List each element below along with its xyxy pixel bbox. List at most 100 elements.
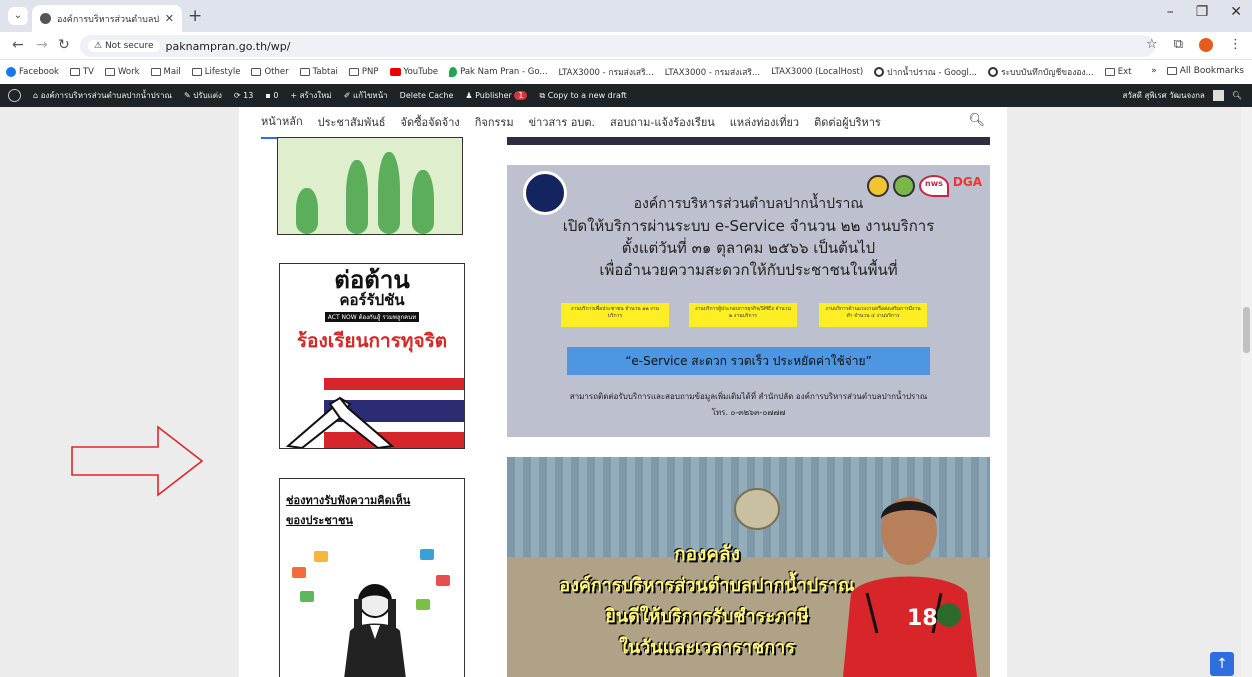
bookmark-label: Lifestyle bbox=[204, 67, 241, 77]
not-secure-chip[interactable]: ⚠ Not secure bbox=[88, 40, 160, 52]
more-bookmarks-icon[interactable]: » bbox=[1151, 66, 1157, 76]
bookmark-google[interactable]: ปากน้ำปราณ - Googl... bbox=[874, 65, 977, 79]
bookmark-ltax-2[interactable]: LTAX3000 - กรมส่งเสริ... bbox=[665, 65, 760, 79]
restore-icon[interactable]: ❐ bbox=[1196, 4, 1209, 20]
menu-item-complaints[interactable]: สอบถาม-แจ้งร้องเรียน bbox=[610, 113, 715, 131]
wp-edit-label: แก้ไขหน้า bbox=[352, 91, 388, 100]
wp-site-link[interactable]: ⌂ องค์การบริหารส่วนตำบลปากน้ำปราณ bbox=[33, 89, 172, 102]
tab-search-chevron-icon[interactable]: ⌄ bbox=[8, 7, 28, 25]
eservice-banner[interactable]: nws DGA องค์การบริหารส่วนตำบลปากน้ำปราณ … bbox=[507, 165, 990, 437]
new-tab-icon[interactable]: + bbox=[188, 6, 202, 26]
menu-item-tourism[interactable]: แหล่งท่องเที่ยว bbox=[730, 113, 799, 131]
bookmark-label: ระบบบันทึกบัญชีขององ... bbox=[1001, 68, 1094, 78]
bookmark-folder-work[interactable]: Work bbox=[104, 67, 140, 77]
opinion-line-1: ช่องทางรับฟังความคิดเห็น bbox=[286, 494, 411, 507]
bookmark-folder-ext[interactable]: Ext bbox=[1104, 67, 1131, 77]
window-controls: – ❐ ✕ bbox=[1167, 4, 1242, 20]
menu-item-sao-news[interactable]: ข่าวสาร อบต. bbox=[529, 113, 595, 131]
tree-icon bbox=[346, 160, 368, 234]
profile-avatar-icon[interactable] bbox=[1199, 37, 1213, 52]
menu-item-news[interactable]: ประชาสัมพันธ์ bbox=[318, 113, 386, 131]
bookmark-folder-tabtai[interactable]: Tabtai bbox=[299, 67, 338, 77]
all-bookmarks-label: All Bookmarks bbox=[1179, 66, 1244, 76]
bookmark-folder-pnp[interactable]: PNP bbox=[348, 67, 379, 77]
extensions-icon[interactable]: ⧉ bbox=[1174, 37, 1183, 52]
tree-icon bbox=[378, 152, 400, 234]
eservice-headline: องค์การบริหารส่วนตำบลปากน้ำปราณ เปิดให้บ… bbox=[507, 193, 990, 281]
wp-edit-page[interactable]: ✐ แก้ไขหน้า bbox=[344, 89, 388, 102]
bookmark-label: Other bbox=[264, 67, 289, 77]
wp-updates[interactable]: ⟳ 13 bbox=[234, 91, 253, 100]
pencil-icon: ✐ bbox=[343, 91, 351, 100]
menu-kebab-icon[interactable]: ⋮ bbox=[1229, 37, 1242, 52]
publisher-badge: 1 bbox=[514, 91, 528, 100]
scrollbar-thumb[interactable] bbox=[1243, 307, 1250, 353]
search-icon[interactable]: 🔍︎ bbox=[1232, 91, 1242, 100]
wp-copy-draft[interactable]: ⧉ Copy to a new draft bbox=[539, 91, 626, 101]
address-bar[interactable]: ⚠ Not secure paknampran.go.th/wp/ bbox=[80, 35, 1155, 57]
bookmark-facebook[interactable]: Facebook bbox=[6, 67, 59, 77]
eservice-line-1: องค์การบริหารส่วนตำบลปากน้ำปราณ bbox=[633, 196, 864, 212]
reload-icon[interactable]: ↻ bbox=[58, 37, 70, 53]
wp-new[interactable]: + สร้างใหม่ bbox=[290, 89, 331, 102]
wp-delete-cache[interactable]: Delete Cache bbox=[400, 91, 454, 100]
anticorruption-banner[interactable]: ต่อต้าน คอร์รัปชัน ACT NOW ต้องกันสู้ รว… bbox=[279, 263, 465, 449]
wp-publisher-label: Publisher bbox=[475, 91, 512, 100]
wp-comments[interactable]: ▪ 0 bbox=[265, 91, 278, 100]
tax-service-banner[interactable]: กองคลัง องค์การบริหารส่วนตำบลปากน้ำปราณ … bbox=[507, 457, 990, 677]
browser-tab[interactable]: องค์การบริหารส่วนตำบลปากน้ำปราณ ✕ bbox=[32, 5, 182, 32]
back-to-top-button[interactable]: ↑ bbox=[1210, 652, 1234, 676]
bookmark-star-icon[interactable]: ☆ bbox=[1146, 37, 1158, 52]
folder-icon bbox=[69, 68, 80, 76]
browser-tab-bar: ⌄ องค์การบริหารส่วนตำบลปากน้ำปราณ ✕ + – … bbox=[0, 0, 1252, 32]
close-tab-icon[interactable]: ✕ bbox=[165, 12, 174, 25]
wordpress-logo-icon[interactable] bbox=[8, 89, 21, 102]
wp-publisher[interactable]: ♟ Publisher 1 bbox=[465, 91, 528, 100]
site-search-icon[interactable]: 🔍︎ bbox=[968, 113, 985, 128]
folder-icon bbox=[191, 68, 202, 76]
building-emblem-icon bbox=[734, 488, 780, 530]
menu-item-home[interactable]: หน้าหลัก bbox=[261, 107, 303, 139]
minimize-icon[interactable]: – bbox=[1167, 4, 1174, 20]
menu-item-activities[interactable]: กิจกรรม bbox=[475, 113, 514, 131]
eservice-pill-labor: งานบริการด้านแรงงานหรือส่งเสริมการมีงานท… bbox=[819, 303, 927, 327]
bookmark-label: YouTube bbox=[403, 67, 439, 77]
bookmark-label: LTAX3000 - กรมส่งเสริ... bbox=[664, 68, 761, 78]
url-text[interactable]: paknampran.go.th/wp/ bbox=[166, 40, 291, 53]
page-scrollbar[interactable] bbox=[1241, 107, 1252, 677]
bookmark-ltax-1[interactable]: LTAX3000 - กรมส่งเสริ... bbox=[559, 65, 654, 79]
all-bookmarks[interactable]: All Bookmarks bbox=[1166, 66, 1244, 76]
folder-icon bbox=[104, 68, 115, 76]
forward-icon[interactable]: → bbox=[36, 37, 48, 53]
menu-item-procurement[interactable]: จัดซื้อจัดจ้าง bbox=[401, 113, 460, 131]
chat-bubble-icon bbox=[436, 575, 450, 586]
bookmark-folder-mail[interactable]: Mail bbox=[150, 67, 181, 77]
folder-icon bbox=[1104, 68, 1115, 76]
wp-new-label: สร้างใหม่ bbox=[299, 91, 332, 100]
menu-item-contact[interactable]: ติดต่อผู้บริหาร bbox=[814, 113, 881, 131]
chat-bubble-icon bbox=[300, 591, 314, 602]
bookmark-folder-other[interactable]: Other bbox=[251, 67, 289, 77]
back-icon[interactable]: ← bbox=[12, 37, 24, 53]
tab-title: องค์การบริหารส่วนตำบลปากน้ำปราณ bbox=[57, 14, 159, 25]
eservice-line-2: เปิดให้บริการผ่านระบบ e-Service จำนวน ๒๒… bbox=[562, 217, 935, 235]
chat-bubble-icon bbox=[420, 549, 434, 560]
bookmark-ltax-local[interactable]: LTAX3000 (LocalHost) bbox=[771, 67, 863, 77]
wp-customize[interactable]: ✎ ปรับแต่ง bbox=[184, 89, 222, 102]
toolbar-right: ☆ ⧉ ⋮ bbox=[1146, 37, 1242, 52]
youtube-icon bbox=[389, 68, 401, 76]
bookmark-label: Facebook bbox=[19, 67, 59, 77]
bookmark-folder-tv[interactable]: TV bbox=[69, 67, 94, 77]
bookmark-accounting[interactable]: ระบบบันทึกบัญชีขององ... bbox=[988, 65, 1094, 79]
eservice-contact-line: สามารถติดต่อรับบริการและสอบถามข้อมูลเพิ่… bbox=[569, 392, 928, 401]
bookmark-folder-lifestyle[interactable]: Lifestyle bbox=[191, 67, 241, 77]
chat-bubble-icon bbox=[314, 551, 328, 562]
bookmark-maps[interactable]: Pak Nam Pran - Go... bbox=[449, 67, 548, 77]
listening-person-icon bbox=[344, 584, 406, 677]
official-portrait: 18 bbox=[843, 497, 977, 677]
wp-account[interactable]: สวัสดี สุพิเรศ วัฒนจงกล 🔍︎ bbox=[1123, 89, 1242, 102]
close-window-icon[interactable]: ✕ bbox=[1230, 4, 1242, 20]
public-opinion-banner[interactable]: ช่องทางรับฟังความคิดเห็น ของประชาชน bbox=[279, 478, 465, 677]
sidebar-trees-banner[interactable] bbox=[277, 137, 463, 235]
bookmark-youtube[interactable]: YouTube bbox=[389, 67, 439, 77]
